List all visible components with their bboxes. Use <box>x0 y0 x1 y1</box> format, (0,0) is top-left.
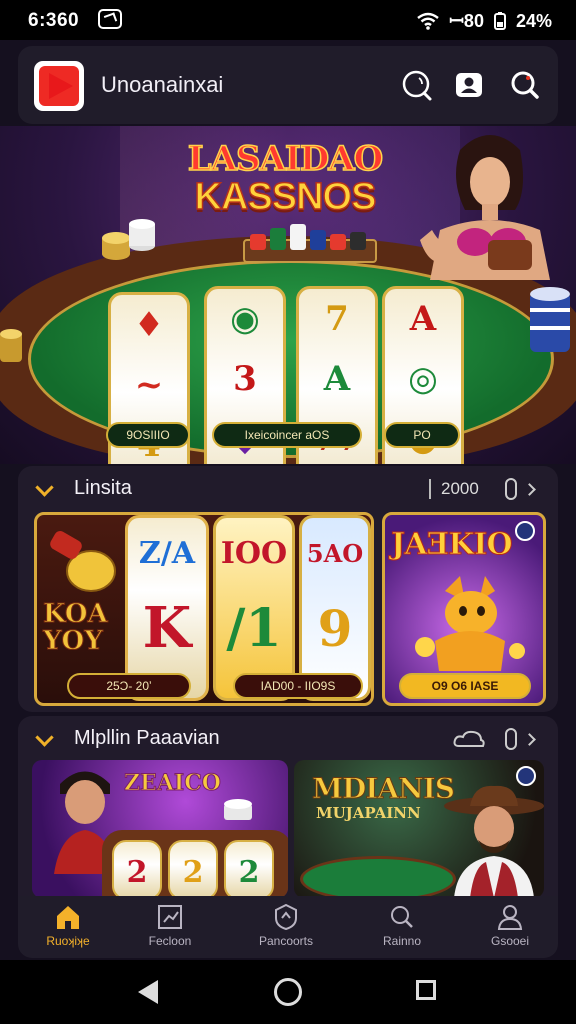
game-card-slots[interactable]: KOA YOY Z/A K IOO /1 5AO 9 25Ɔ- 20ʼ IAD0… <box>34 512 374 706</box>
app-header: Unoanainxai <box>18 46 558 124</box>
section-title: Linsita <box>74 477 132 499</box>
jackpot-tag: O9 O6 IASE <box>399 673 531 699</box>
hero-title-line2: KASSNOS <box>194 176 377 218</box>
nav-label-profile: Gsooei <box>490 934 530 948</box>
mdianis-subtitle: MUJAPAINN <box>316 804 421 822</box>
game-card-jackpot[interactable]: JAƎKIO O9 O6 IASE <box>382 512 546 706</box>
notification-icon <box>98 9 122 29</box>
nav-label-shield: Pancoorts <box>258 934 314 948</box>
chevron-right-icon[interactable] <box>523 732 536 746</box>
back-icon[interactable] <box>138 980 158 1004</box>
card1-reel-2-top: IOO <box>220 535 288 571</box>
system-nav-bar <box>0 960 576 1024</box>
card2a-reel-3: 2 <box>224 840 274 898</box>
logo-background <box>39 66 79 106</box>
section-header: Mlpllin Paaavian <box>18 716 558 762</box>
hero-label-3: PO <box>384 422 460 448</box>
profile-icon <box>496 904 524 930</box>
card1-reel-3-top: 5AO <box>306 538 364 568</box>
mdianis-title: MDIANIS <box>311 772 455 806</box>
app-logo[interactable] <box>34 61 84 111</box>
nav-label-chart: Fecloon <box>148 934 192 948</box>
info-badge-icon[interactable] <box>515 521 535 541</box>
fox-mascot-image <box>415 576 525 671</box>
card2a-reel-1: 2 <box>112 840 162 898</box>
chip-stack-left <box>102 219 155 260</box>
signal-text: ꟷ80 <box>449 11 484 31</box>
toggle-icon[interactable] <box>505 728 517 750</box>
counter-display: 2000 <box>429 479 499 499</box>
chart-icon <box>156 904 184 930</box>
hero-title: LASAIDAO KASSNOS <box>185 139 385 218</box>
status-right: ꟷ80 24% <box>417 9 552 33</box>
game-card-zeaico[interactable]: ZEAICO 2 2 2 <box>32 760 288 898</box>
nav-item-shield[interactable]: Pancoorts <box>246 903 326 948</box>
chevron-right-icon[interactable] <box>523 482 536 496</box>
card1-reel-3-mid: 9 <box>317 598 353 658</box>
account-icon[interactable] <box>450 66 488 104</box>
search-icon[interactable] <box>506 66 544 104</box>
chevron-down-icon[interactable] <box>35 728 54 747</box>
chip-tray-image <box>243 224 377 263</box>
hero-banner[interactable]: LASAIDAO KASSNOS ♦ ~ 4 ▣ ◉ 3 ◆ ♣ 7 A <box>0 126 576 464</box>
battery-icon <box>493 12 506 30</box>
nav-item-search[interactable]: Rainno <box>362 904 442 948</box>
side-art-text: KOA YOY <box>43 599 109 657</box>
status-time: 6:360 <box>28 10 80 31</box>
section-title: Mlpllin Paaavian <box>74 727 220 749</box>
search-icon <box>388 904 416 930</box>
card1-tag: 25Ɔ- 20ʼ <box>67 673 191 699</box>
toggle-icon[interactable] <box>505 478 517 500</box>
nav-item-home[interactable]: Ruoʞiʞe <box>28 904 108 948</box>
chip-stack-far-left <box>0 329 22 362</box>
section-linsita: Linsita 2000 KOA YOY Z/A K IOO /1 5AO 9 … <box>18 466 558 712</box>
info-badge-icon[interactable] <box>516 766 536 786</box>
home-button-icon[interactable] <box>274 978 302 1006</box>
section-controls <box>453 728 536 750</box>
nav-item-profile[interactable]: Gsooei <box>470 904 550 948</box>
cloud-icon[interactable] <box>453 729 485 749</box>
card2-tag: IAD00 - IIO9S <box>233 673 363 699</box>
card1-reel-1-mid: K <box>142 595 192 661</box>
nav-label-search: Rainno <box>382 934 422 948</box>
hero-title-line1: LASAIDAO <box>187 139 384 179</box>
chip-stack-small <box>224 799 252 820</box>
poker-table-image <box>300 856 456 898</box>
zeaico-title: ZEAICO <box>124 770 222 797</box>
status-bar: 6:360 ꟷ80 24% <box>0 0 576 40</box>
coin-bag-image <box>50 531 116 592</box>
card1-reel-2-mid: /1 <box>226 597 282 659</box>
jackpot-title: JAƎKIO <box>391 527 514 563</box>
shield-icon <box>272 903 300 931</box>
nav-label-home: Ruoʞiʞe <box>46 934 90 948</box>
game-card-mdianis[interactable]: MDIANIS MUJAPAINN <box>294 760 544 898</box>
hero-label-2: Ixeicoincer aOS <box>212 422 362 448</box>
chat-search-icon[interactable] <box>398 66 436 104</box>
chevron-down-icon[interactable] <box>35 478 54 497</box>
card1-reel-1-top: Z/A <box>138 535 196 571</box>
nav-item-chart[interactable]: Fecloon <box>130 904 210 948</box>
wifi-icon <box>417 12 440 30</box>
section-header: Linsita 2000 <box>18 466 558 512</box>
cowboy-dealer-image <box>444 785 544 898</box>
section-controls: 2000 <box>429 478 536 500</box>
card2a-reel-2: 2 <box>168 840 218 898</box>
recents-icon[interactable] <box>416 980 436 1000</box>
hero-label-1: 9OSIIIO <box>106 422 190 448</box>
app-title: Unoanainxai <box>101 72 224 97</box>
bottom-nav: Ruoʞiʞe Fecloon Pancoorts Rainno Gsooei <box>18 896 558 958</box>
chip-stack-right <box>530 287 570 352</box>
battery-percent: 24% <box>515 10 552 31</box>
home-icon <box>54 904 82 930</box>
section-multiplayer: Mlpllin Paaavian ZEAICO 2 2 2 MDIANIS MU… <box>18 716 558 898</box>
